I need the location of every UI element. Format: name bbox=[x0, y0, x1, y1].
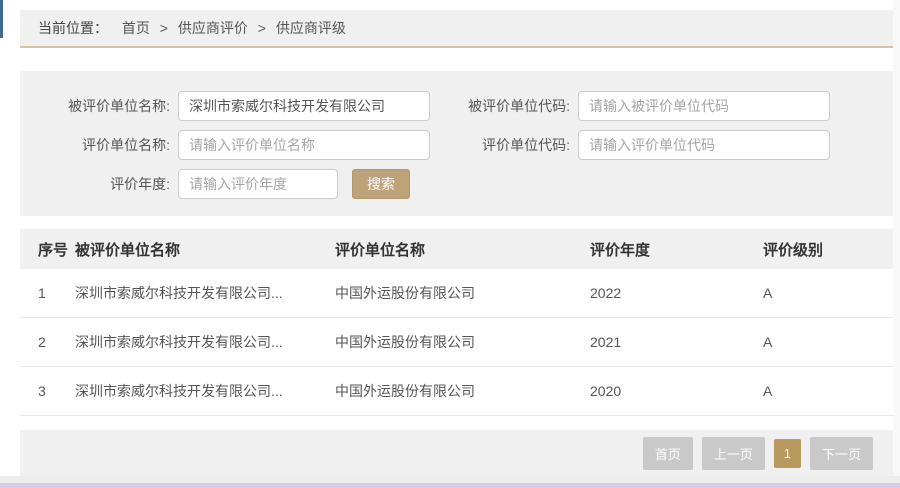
cell-index: 2 bbox=[38, 334, 75, 350]
table-row: 3 深圳市索威尔科技开发有限公司... 中国外运股份有限公司 2020 A bbox=[20, 367, 893, 416]
evaluator-unit-code-input[interactable] bbox=[578, 130, 830, 160]
cell-index: 3 bbox=[38, 383, 75, 399]
breadcrumb-separator: > bbox=[160, 20, 168, 36]
current-page-button[interactable]: 1 bbox=[774, 439, 801, 468]
field-evaluated-unit-code: 被评价单位代码: bbox=[450, 91, 830, 121]
evaluated-unit-name-label: 被评价单位名称: bbox=[20, 96, 170, 116]
pagination-bar: 首页 上一页 1 下一页 bbox=[20, 430, 893, 476]
breadcrumb-separator: > bbox=[258, 20, 266, 36]
evaluation-year-input[interactable] bbox=[178, 169, 338, 199]
right-edge-strip bbox=[893, 0, 900, 478]
next-page-button[interactable]: 下一页 bbox=[810, 437, 873, 470]
evaluated-unit-name-input[interactable] bbox=[178, 91, 430, 121]
bottom-purple-strip bbox=[0, 483, 900, 488]
cell-evaluated-unit-name: 深圳市索威尔科技开发有限公司... bbox=[75, 332, 335, 352]
field-evaluated-unit-name: 被评价单位名称: bbox=[20, 91, 450, 121]
header-evaluator-unit-name: 评价单位名称 bbox=[335, 239, 590, 260]
cell-index: 1 bbox=[38, 285, 75, 301]
field-evaluator-unit-name: 评价单位名称: bbox=[20, 130, 450, 160]
evaluator-unit-name-input[interactable] bbox=[178, 130, 430, 160]
breadcrumb-item-supplier-evaluation[interactable]: 供应商评价 bbox=[178, 20, 248, 36]
header-evaluated-unit-name: 被评价单位名称 bbox=[75, 239, 335, 260]
breadcrumb-item-home[interactable]: 首页 bbox=[122, 20, 150, 36]
cell-evaluation-level: A bbox=[763, 285, 893, 301]
form-row-3: 评价年度: 搜索 bbox=[20, 169, 893, 199]
header-evaluation-year: 评价年度 bbox=[590, 239, 763, 260]
breadcrumb: 当前位置： 首页 > 供应商评价 > 供应商评级 bbox=[20, 10, 893, 48]
cell-evaluated-unit-name: 深圳市索威尔科技开发有限公司... bbox=[75, 283, 335, 303]
top-left-accent-bar bbox=[0, 0, 3, 38]
evaluator-unit-code-label: 评价单位代码: bbox=[450, 135, 570, 155]
cell-evaluated-unit-name: 深圳市索威尔科技开发有限公司... bbox=[75, 381, 335, 401]
evaluated-unit-code-label: 被评价单位代码: bbox=[450, 96, 570, 116]
cell-evaluator-unit-name: 中国外运股份有限公司 bbox=[335, 283, 590, 303]
table-row: 1 深圳市索威尔科技开发有限公司... 中国外运股份有限公司 2022 A bbox=[20, 269, 893, 318]
cell-evaluator-unit-name: 中国外运股份有限公司 bbox=[335, 332, 590, 352]
cell-evaluation-level: A bbox=[763, 334, 893, 350]
field-evaluator-unit-code: 评价单位代码: bbox=[450, 130, 830, 160]
evaluated-unit-code-input[interactable] bbox=[578, 91, 830, 121]
header-index: 序号 bbox=[38, 239, 75, 260]
breadcrumb-item-supplier-rating: 供应商评级 bbox=[276, 20, 346, 36]
cell-evaluation-year: 2022 bbox=[590, 285, 763, 301]
bottom-gray-strip bbox=[0, 476, 900, 483]
previous-page-button[interactable]: 上一页 bbox=[702, 437, 765, 470]
table-header-row: 序号 被评价单位名称 评价单位名称 评价年度 评价级别 bbox=[20, 229, 893, 269]
form-row-1: 被评价单位名称: 被评价单位代码: bbox=[20, 91, 893, 121]
evaluator-unit-name-label: 评价单位名称: bbox=[20, 135, 170, 155]
header-evaluation-level: 评价级别 bbox=[763, 239, 893, 260]
evaluation-year-label: 评价年度: bbox=[20, 174, 170, 194]
cell-evaluator-unit-name: 中国外运股份有限公司 bbox=[335, 381, 590, 401]
form-row-2: 评价单位名称: 评价单位代码: bbox=[20, 130, 893, 160]
cell-evaluation-level: A bbox=[763, 383, 893, 399]
table-row: 2 深圳市索威尔科技开发有限公司... 中国外运股份有限公司 2021 A bbox=[20, 318, 893, 367]
search-button[interactable]: 搜索 bbox=[352, 169, 410, 199]
results-table: 序号 被评价单位名称 评价单位名称 评价年度 评价级别 1 深圳市索威尔科技开发… bbox=[20, 229, 893, 416]
cell-evaluation-year: 2020 bbox=[590, 383, 763, 399]
search-panel: 被评价单位名称: 被评价单位代码: 评价单位名称: 评价单位代码: 评价年度: bbox=[20, 71, 893, 216]
first-page-button[interactable]: 首页 bbox=[643, 437, 693, 470]
page-container: 当前位置： 首页 > 供应商评价 > 供应商评级 被评价单位名称: 被评价单位代… bbox=[20, 10, 893, 476]
cell-evaluation-year: 2021 bbox=[590, 334, 763, 350]
field-evaluation-year: 评价年度: 搜索 bbox=[20, 169, 450, 199]
breadcrumb-label: 当前位置： bbox=[38, 20, 108, 36]
